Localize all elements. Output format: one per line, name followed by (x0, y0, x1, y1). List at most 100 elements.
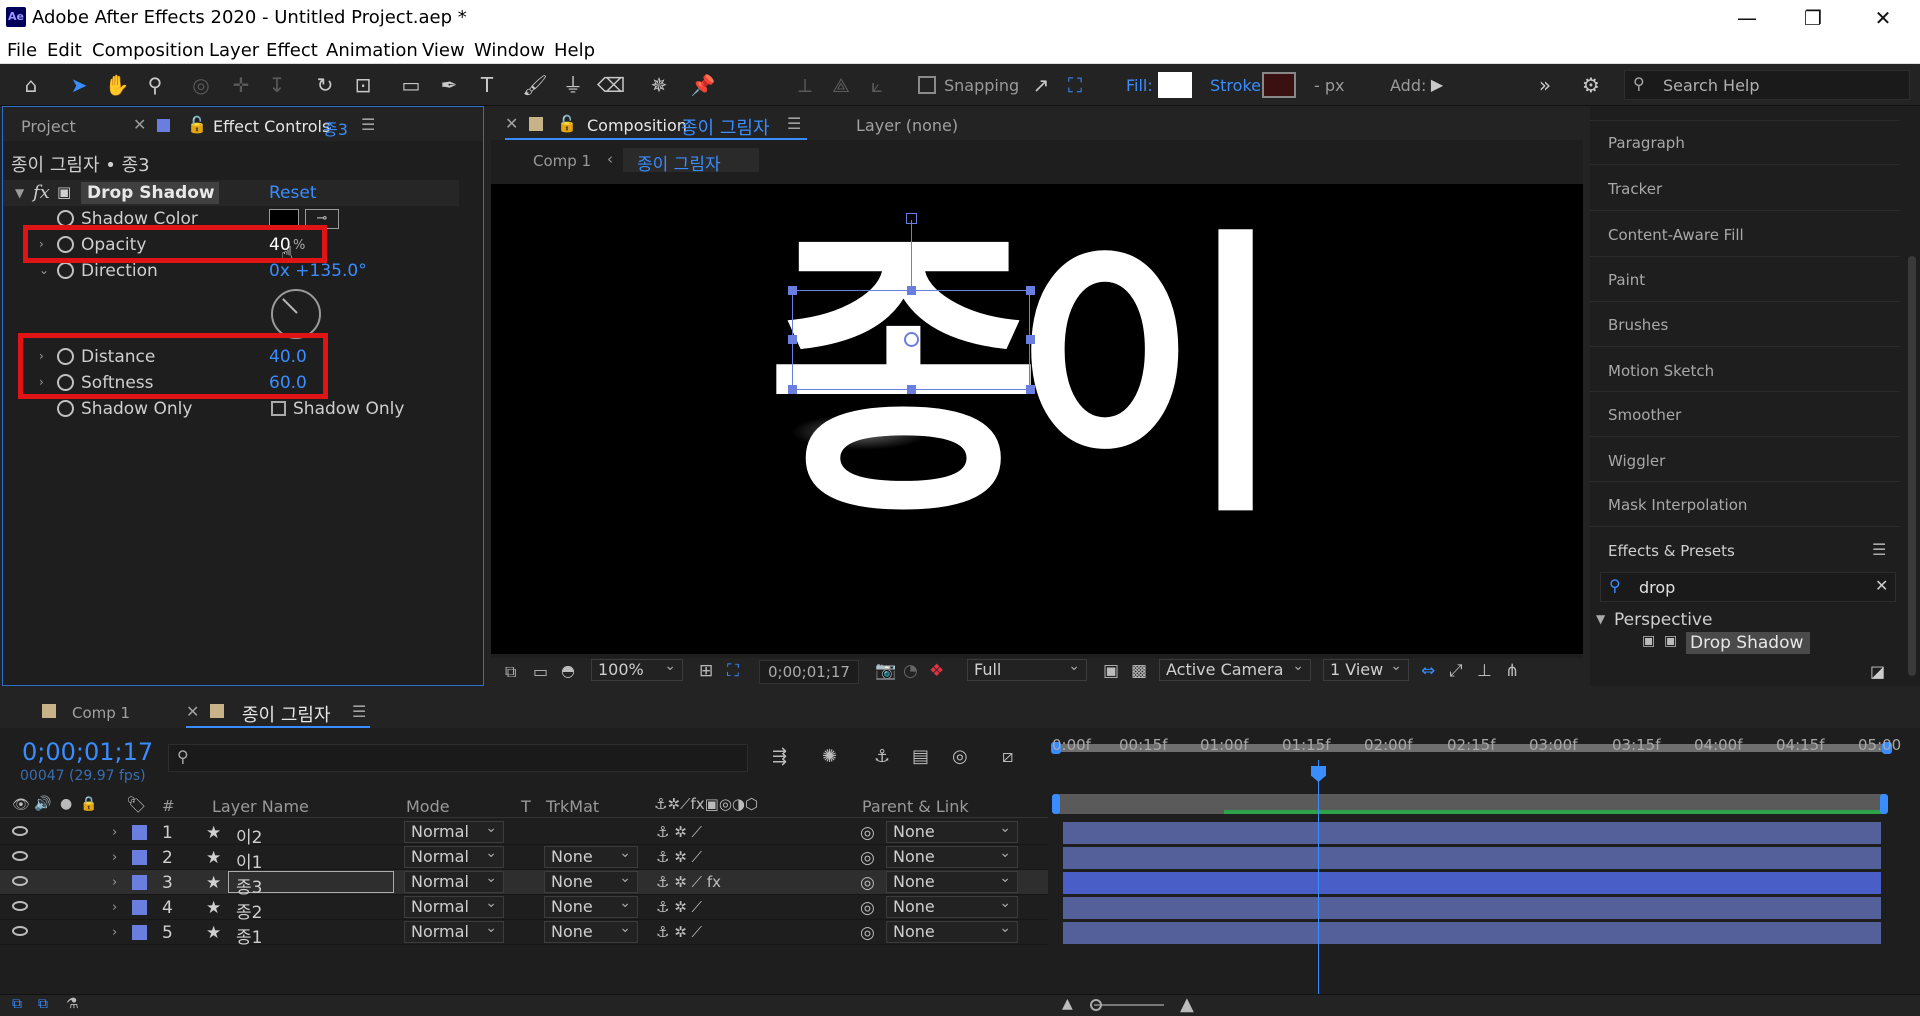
close-tab-icon[interactable]: ✕ (133, 115, 146, 134)
layer-mode-dropdown[interactable]: Normal (404, 868, 504, 893)
layer-row[interactable]: › 4 ★ 종2 Normal None ⚓ ✲ ⟋ ◎ None (0, 893, 1048, 923)
fill-label[interactable]: Fill: (1126, 76, 1153, 95)
timeline-zoom-thumb[interactable] (1090, 999, 1102, 1011)
panel-smoother[interactable]: Smoother (1608, 406, 1681, 424)
layer-label-color[interactable] (132, 900, 147, 915)
menu-file[interactable]: File (7, 40, 37, 61)
expand-workspaces-icon[interactable]: » (1530, 70, 1560, 100)
label-tag-icon[interactable]: 🏷 (126, 795, 146, 814)
parent-pickwhip-icon[interactable]: ◎ (860, 898, 875, 918)
zoom-in-icon[interactable]: ▲ (1180, 994, 1194, 1015)
panel-wiggler[interactable]: Wiggler (1608, 452, 1665, 470)
pan-behind-tool-icon[interactable]: ⊡ (348, 70, 378, 100)
tab-project[interactable]: Project (21, 117, 76, 136)
timeline-timecode[interactable]: 0;00;01;17 (22, 738, 153, 766)
parent-pickwhip-icon[interactable]: ◎ (860, 823, 875, 843)
minimize-button[interactable]: — (1722, 4, 1772, 32)
effect-result-highlight[interactable]: Drop Shadow (1686, 632, 1810, 654)
layer-name[interactable]: 종1 (236, 923, 262, 948)
parent-pickwhip-icon[interactable]: ◎ (860, 848, 875, 868)
parent-dropdown[interactable]: None (886, 893, 1018, 918)
expand-triangle-icon[interactable]: › (112, 850, 117, 865)
reset-exposure-icon[interactable]: ⤢ (1449, 661, 1463, 681)
menu-view[interactable]: View (422, 40, 465, 61)
orbit-camera-icon[interactable]: ◎ (186, 70, 216, 100)
view-axis-icon[interactable]: ⟀ (862, 70, 892, 100)
fx-icon[interactable]: fx (33, 182, 50, 203)
layer-duration-bar-selected[interactable] (1063, 872, 1881, 894)
close-tab-icon[interactable]: ✕ (505, 114, 518, 133)
home-icon[interactable]: ⌂ (16, 70, 46, 100)
zoom-tool-icon[interactable]: ⚲ (140, 70, 170, 100)
region-of-interest-icon[interactable]: ⛶ (727, 661, 739, 681)
in-point-marker[interactable] (1052, 794, 1060, 814)
trkmat-dropdown[interactable]: None (544, 868, 638, 893)
bbox-handle[interactable] (1026, 286, 1035, 295)
camera-dropdown[interactable]: Active Camera (1159, 656, 1311, 681)
parent-dropdown[interactable]: None (886, 818, 1018, 843)
breadcrumb-comp1[interactable]: Comp 1 (533, 152, 591, 170)
visibility-eye-icon[interactable] (12, 901, 28, 911)
clear-search-icon[interactable]: ✕ (1875, 576, 1888, 595)
panel-paint[interactable]: Paint (1608, 271, 1645, 289)
visibility-eye-icon[interactable] (12, 876, 28, 886)
layer-switches[interactable]: ⚓ ✲ ⟋ (656, 898, 702, 916)
frame-blending-icon[interactable]: ▤ (912, 746, 929, 767)
local-axis-icon[interactable]: ⟂ (790, 70, 820, 100)
puppet-pin-icon[interactable]: 📌 (688, 70, 718, 100)
direction-value[interactable]: 0x +135.0° (269, 261, 367, 281)
direction-dial[interactable] (271, 289, 321, 339)
collapse-triangle-icon[interactable]: ⌄ (39, 263, 49, 277)
layer-switches[interactable]: ⚓ ✲ ⟋ (656, 848, 702, 866)
layer-row[interactable]: › 1 ★ 이2 Normal ⚓ ✲ ⟋ ◎ None (0, 818, 1048, 848)
canvas-text-i[interactable]: 이 (1011, 229, 1287, 529)
toggle-pixel-aspect-icon[interactable]: ⇔ (1421, 661, 1435, 681)
layer-mode-dropdown[interactable]: Normal (404, 843, 504, 868)
channel-icon[interactable]: ❖ (929, 661, 944, 681)
layer-label-color[interactable] (132, 850, 147, 865)
type-tool-icon[interactable]: T (472, 70, 502, 100)
menu-help[interactable]: Help (554, 40, 595, 61)
zoom-dropdown[interactable]: 100% (591, 656, 683, 681)
close-button[interactable]: ✕ (1858, 4, 1908, 32)
layer-label-color[interactable] (132, 925, 147, 940)
clone-stamp-icon[interactable]: ⏚ (558, 70, 588, 100)
search-help-box[interactable]: ⚲ Search Help (1624, 70, 1910, 100)
effect-controls-layer-name[interactable]: 종3 (323, 116, 348, 140)
panel-menu-icon[interactable]: ☰ (361, 115, 375, 134)
layer-label-color[interactable] (132, 875, 147, 890)
header-layer-name[interactable]: Layer Name (212, 797, 309, 816)
visibility-eye-icon[interactable] (12, 851, 28, 861)
timeline-zoom-slider[interactable] (1094, 1004, 1164, 1006)
workspace-options-icon[interactable]: ⚙ (1576, 70, 1606, 100)
layer-duration-bar[interactable] (1063, 847, 1881, 869)
world-axis-icon[interactable]: ⟁ (826, 70, 856, 100)
layer-label-color[interactable] (132, 825, 147, 840)
menu-effect[interactable]: Effect (266, 40, 318, 61)
trkmat-dropdown[interactable]: None (544, 893, 638, 918)
pan-camera-icon[interactable]: ✛ (226, 70, 256, 100)
rotation-tool-icon[interactable]: ↻ (310, 70, 340, 100)
solo-switch-icon[interactable]: ● (60, 796, 72, 812)
graph-editor-icon[interactable]: ⧄ (1002, 746, 1013, 767)
rotation-handle[interactable] (906, 213, 917, 224)
layer-duration-bar[interactable] (1063, 897, 1881, 919)
expand-triangle-icon[interactable]: › (112, 900, 117, 915)
show-snapshot-icon[interactable]: ◔ (903, 661, 918, 681)
snap-options-icon[interactable]: ↗ (1026, 70, 1056, 100)
snapping-checkbox[interactable] (918, 76, 936, 94)
zoom-out-icon[interactable]: ▲ (1062, 996, 1073, 1012)
menu-composition[interactable]: Composition (92, 40, 204, 61)
stroke-label[interactable]: Stroke: (1210, 76, 1266, 95)
timeline-search[interactable]: ⚲ (168, 744, 748, 772)
grid-guides-icon[interactable]: ⊞ (699, 661, 713, 681)
snap-target-icon[interactable]: ⛶ (1060, 70, 1090, 100)
layer-row-selected[interactable]: › 3 ★ 종3 Normal None ⚓ ✲ ⟋ fx ◎ None (0, 868, 1048, 898)
panel-menu-icon[interactable]: ☰ (352, 702, 366, 721)
panel-tracker[interactable]: Tracker (1608, 180, 1662, 198)
visibility-eye-icon[interactable] (12, 926, 28, 936)
stopwatch-icon[interactable] (57, 400, 74, 417)
always-preview-icon[interactable]: ⧉ (505, 662, 516, 682)
roto-brush-icon[interactable]: ✵ (644, 70, 674, 100)
eraser-tool-icon[interactable]: ⌫ (596, 70, 626, 100)
